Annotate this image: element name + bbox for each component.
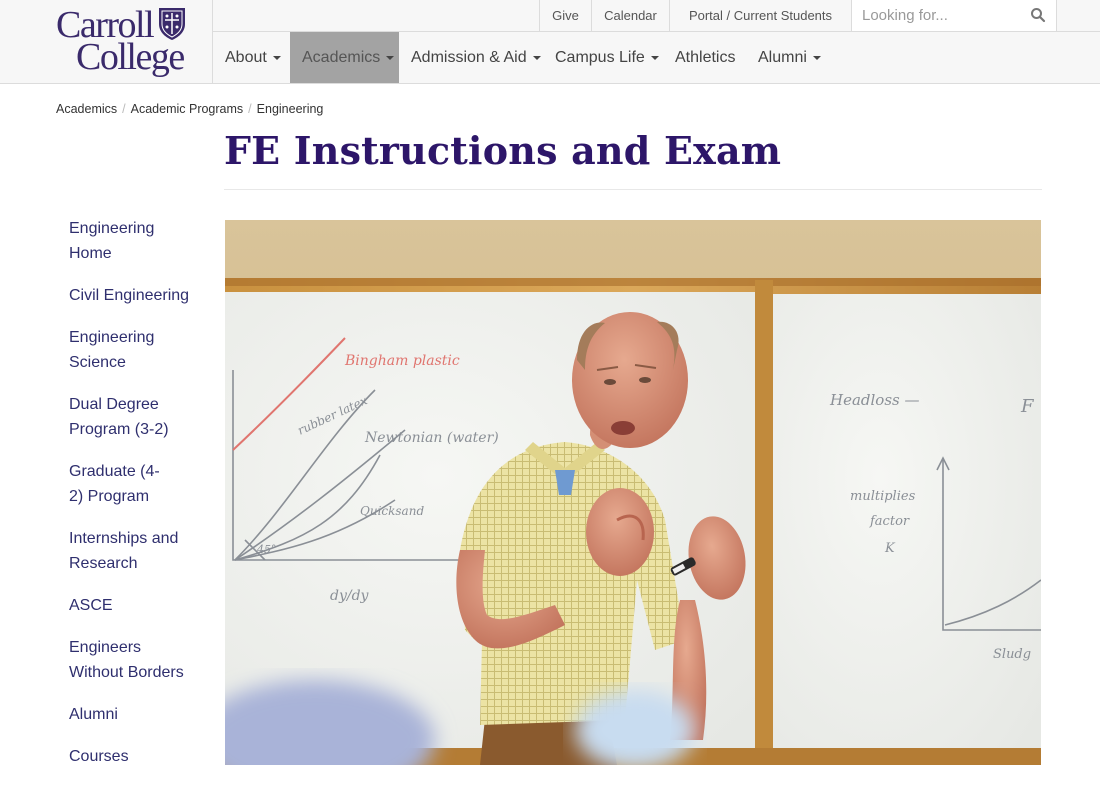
nav-athletics-label: Athletics bbox=[675, 49, 736, 66]
nav-campus-life-label: Campus Life bbox=[555, 49, 645, 66]
breadcrumb-separator: / bbox=[122, 102, 126, 116]
sidebar-item-asce[interactable]: ASCE bbox=[69, 593, 189, 618]
breadcrumb: Academics / Academic Programs / Engineering bbox=[56, 102, 323, 116]
search-input[interactable] bbox=[862, 1, 1032, 30]
nav-alumni[interactable]: Alumni bbox=[746, 32, 826, 83]
sidebar-item-internships-research[interactable]: Internships and Research bbox=[69, 526, 179, 576]
caret-down-icon bbox=[386, 55, 395, 60]
util-link-give[interactable]: Give bbox=[539, 0, 591, 31]
board-label-sludge: Sludg bbox=[993, 647, 1031, 662]
breadcrumb-engineering: Engineering bbox=[256, 102, 324, 116]
nav-admission-aid[interactable]: Admission & Aid bbox=[399, 32, 543, 83]
board-label-multiplies: multiplies bbox=[850, 489, 916, 504]
title-divider bbox=[224, 189, 1042, 190]
nav-academics-label: Academics bbox=[302, 49, 381, 66]
search-icon[interactable] bbox=[1030, 7, 1046, 23]
sidebar-nav: Engineering Home Civil Engineering Engin… bbox=[69, 216, 209, 786]
util-link-calendar[interactable]: Calendar bbox=[591, 0, 669, 31]
classroom-photo: Bingham plastic rubber latex Newtonian (… bbox=[225, 220, 1041, 765]
board-label-bingham: Bingham plastic bbox=[344, 353, 460, 369]
sidebar-item-dual-degree[interactable]: Dual Degree Program (3-2) bbox=[69, 392, 169, 442]
util-link-portal[interactable]: Portal / Current Students bbox=[669, 0, 851, 31]
sidebar-item-graduate-program[interactable]: Graduate (4-2) Program bbox=[69, 459, 169, 509]
sidebar-item-courses[interactable]: Courses bbox=[69, 744, 189, 769]
logo-line-2: College bbox=[76, 36, 185, 78]
sidebar-item-engineering-home[interactable]: Engineering Home bbox=[69, 216, 159, 266]
board-label-factor: factor bbox=[869, 514, 910, 529]
board-label-headloss: Headloss — bbox=[829, 391, 920, 409]
breadcrumb-academic-programs[interactable]: Academic Programs bbox=[131, 102, 244, 116]
caret-down-icon bbox=[532, 55, 541, 60]
breadcrumb-separator: / bbox=[248, 102, 252, 116]
site-header: Carroll College Give Calendar Portal / C… bbox=[0, 0, 1100, 84]
main-nav: About Academics Admission & Aid Campus L… bbox=[212, 32, 821, 83]
nav-about-label: About bbox=[225, 49, 267, 66]
nav-about[interactable]: About bbox=[213, 32, 290, 83]
crest-icon bbox=[159, 8, 185, 40]
carroll-college-logo[interactable]: Carroll College bbox=[54, 4, 204, 80]
board-label-k: K bbox=[884, 541, 896, 556]
hero-photo: Bingham plastic rubber latex Newtonian (… bbox=[225, 220, 1041, 765]
board-label-angle: 45° bbox=[256, 543, 277, 556]
nav-academics[interactable]: Academics bbox=[290, 32, 399, 83]
breadcrumb-academics[interactable]: Academics bbox=[56, 102, 117, 116]
board-label-newtonian: Newtonian (water) bbox=[364, 430, 499, 446]
sidebar-item-engineers-without-borders[interactable]: Engineers Without Borders bbox=[69, 635, 184, 685]
sidebar-item-alumni[interactable]: Alumni bbox=[69, 702, 189, 727]
page-title: FE Instructions and Exam bbox=[224, 128, 782, 173]
nav-alumni-label: Alumni bbox=[758, 49, 807, 66]
utility-nav: Give Calendar Portal / Current Students bbox=[212, 0, 1100, 32]
caret-down-icon bbox=[650, 55, 659, 60]
search-box bbox=[851, 0, 1057, 31]
board-label-quicksand: Quicksand bbox=[360, 504, 424, 518]
nav-athletics[interactable]: Athletics bbox=[663, 32, 746, 83]
sidebar-item-civil-engineering[interactable]: Civil Engineering bbox=[69, 283, 204, 308]
board-label-f: F bbox=[1020, 396, 1035, 417]
sidebar-item-engineering-science[interactable]: Engineering Science bbox=[69, 325, 159, 375]
nav-campus-life[interactable]: Campus Life bbox=[543, 32, 662, 83]
caret-down-icon bbox=[812, 55, 821, 60]
caret-down-icon bbox=[272, 55, 281, 60]
board-label-dydy: dy/dy bbox=[330, 588, 370, 604]
nav-admission-label: Admission & Aid bbox=[411, 49, 527, 66]
